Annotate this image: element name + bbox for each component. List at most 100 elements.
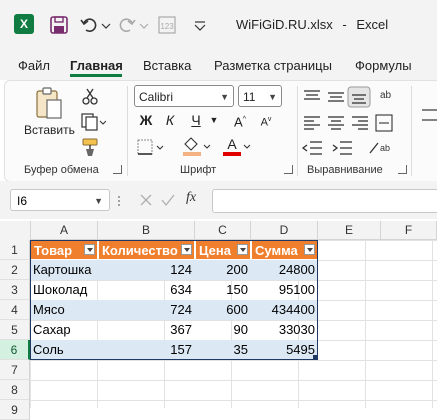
row-header-9[interactable]: 9: [0, 400, 30, 420]
underline-button[interactable]: Ч: [186, 110, 206, 130]
clipboard-launcher-icon[interactable]: [113, 165, 122, 174]
copy-icon[interactable]: [80, 112, 106, 132]
table-cell[interactable]: 95100: [251, 280, 318, 300]
tab-page-layout[interactable]: Разметка страницы: [214, 58, 332, 73]
table-cell[interactable]: 434400: [251, 300, 318, 320]
font-size-select[interactable]: 11 ▼: [238, 85, 282, 107]
tab-insert[interactable]: Вставка: [143, 58, 191, 73]
table-cell[interactable]: 35: [195, 340, 251, 360]
table-header-cell[interactable]: Цена: [195, 240, 251, 260]
formula-input[interactable]: [212, 189, 437, 213]
filter-dropdown-icon[interactable]: [181, 244, 192, 255]
tab-formulas[interactable]: Формулы: [355, 58, 412, 73]
fill-color-icon[interactable]: [180, 136, 212, 158]
fill-color-swatch: [183, 152, 201, 156]
row-header-2[interactable]: 2: [0, 260, 30, 280]
table-cell[interactable]: 200: [195, 260, 251, 280]
vertical-align-icons[interactable]: ab: [300, 86, 400, 108]
window-title: WiFiGiD.RU.xlsx - Excel: [236, 17, 388, 32]
column-header-b[interactable]: B: [98, 221, 195, 240]
table-cell[interactable]: Мясо: [30, 300, 98, 320]
paste-label: Вставить: [24, 123, 75, 137]
bold-button[interactable]: Ж: [136, 110, 156, 130]
row-header-4[interactable]: 4: [0, 300, 30, 320]
enter-icon[interactable]: [160, 191, 176, 209]
table-cell[interactable]: 124: [98, 260, 195, 280]
customize-toolbar-icon[interactable]: [190, 14, 210, 36]
formula-bar-grip-icon: [118, 196, 120, 206]
column-header-a[interactable]: A: [31, 221, 98, 240]
save-icon[interactable]: [48, 14, 70, 36]
svg-text:ab: ab: [380, 90, 392, 101]
horizontal-align-icons[interactable]: [300, 112, 400, 134]
table-cell[interactable]: 33030: [251, 320, 318, 340]
table-cell[interactable]: Соль: [30, 340, 98, 360]
row-header-5[interactable]: 5: [0, 320, 30, 340]
row-header-3[interactable]: 3: [0, 280, 30, 300]
select-all-corner[interactable]: [0, 221, 31, 241]
table-cell[interactable]: 24800: [251, 260, 318, 280]
indent-icons[interactable]: ab: [300, 137, 400, 159]
row-header-7[interactable]: 7: [0, 360, 30, 380]
row-header-8[interactable]: 8: [0, 380, 30, 400]
font-name-select[interactable]: Calibri ▼: [134, 85, 234, 107]
ribbon-separator: [127, 86, 128, 176]
increase-font-icon[interactable]: A^: [230, 110, 250, 132]
ribbon-separator: [411, 86, 412, 176]
italic-button[interactable]: К: [160, 110, 180, 130]
font-launcher-icon[interactable]: [284, 165, 293, 174]
table-cell[interactable]: 634: [98, 280, 195, 300]
table-cell[interactable]: 157: [98, 340, 195, 360]
table-cell[interactable]: Картошка: [30, 260, 98, 280]
redo-icon[interactable]: [116, 14, 138, 36]
table-cell[interactable]: 600: [195, 300, 251, 320]
filter-dropdown-icon[interactable]: [84, 244, 95, 255]
insert-function-button[interactable]: fx: [186, 190, 196, 206]
column-header-e[interactable]: E: [318, 221, 381, 240]
table-cell[interactable]: Сахар: [30, 320, 98, 340]
table-cell[interactable]: 90: [195, 320, 251, 340]
table-header-cell[interactable]: Количество: [98, 240, 195, 260]
table-header-cell[interactable]: Товар: [30, 240, 98, 260]
tab-file[interactable]: Файл: [18, 58, 50, 73]
font-size-value: 11: [243, 90, 256, 104]
format-painter-icon[interactable]: [80, 137, 100, 157]
font-name-value: Calibri: [139, 90, 174, 104]
name-box[interactable]: I6 ▼: [10, 189, 110, 211]
tab-home[interactable]: Главная: [70, 58, 123, 73]
table-header-cell[interactable]: Сумма: [251, 240, 318, 260]
undo-icon[interactable]: [78, 14, 100, 36]
column-header-c[interactable]: C: [195, 221, 251, 240]
chevron-down-icon: ▼: [220, 92, 229, 102]
row-header-1[interactable]: 1: [0, 240, 30, 260]
ribbon-separator: [297, 86, 298, 176]
table-cell[interactable]: Шоколад: [30, 280, 98, 300]
table-resize-handle[interactable]: [313, 355, 318, 360]
filter-dropdown-icon[interactable]: [237, 244, 248, 255]
column-header-d[interactable]: D: [251, 221, 318, 240]
table-cell[interactable]: 5495: [251, 340, 318, 360]
alignment-launcher-icon[interactable]: [398, 165, 407, 174]
row-header-6[interactable]: 6: [0, 340, 30, 360]
paste-button[interactable]: Вставить: [22, 86, 76, 142]
underline-dropdown-icon[interactable]: ▼: [204, 110, 224, 130]
table-cell[interactable]: 150: [195, 280, 251, 300]
borders-icon[interactable]: [136, 137, 166, 157]
wrap-text-icon[interactable]: [420, 100, 437, 140]
undo-dropdown-icon[interactable]: [100, 14, 112, 36]
svg-text:A: A: [227, 136, 237, 152]
filter-dropdown-icon[interactable]: [304, 244, 315, 255]
clipboard-icon: [36, 87, 62, 119]
table-cell[interactable]: 724: [98, 300, 195, 320]
column-header-f[interactable]: F: [381, 221, 437, 240]
active-tab-indicator: [70, 74, 122, 77]
chevron-down-icon[interactable]: ▼: [94, 190, 103, 212]
cut-icon[interactable]: [80, 86, 100, 106]
decrease-font-icon[interactable]: Av: [256, 110, 276, 133]
header-label: Цена: [199, 243, 231, 258]
redo-dropdown-icon[interactable]: [138, 14, 150, 36]
cancel-icon[interactable]: [138, 191, 154, 209]
font-color-icon[interactable]: A: [220, 136, 252, 158]
table-cell[interactable]: 367: [98, 320, 195, 340]
form-icon[interactable]: 123: [156, 14, 178, 36]
